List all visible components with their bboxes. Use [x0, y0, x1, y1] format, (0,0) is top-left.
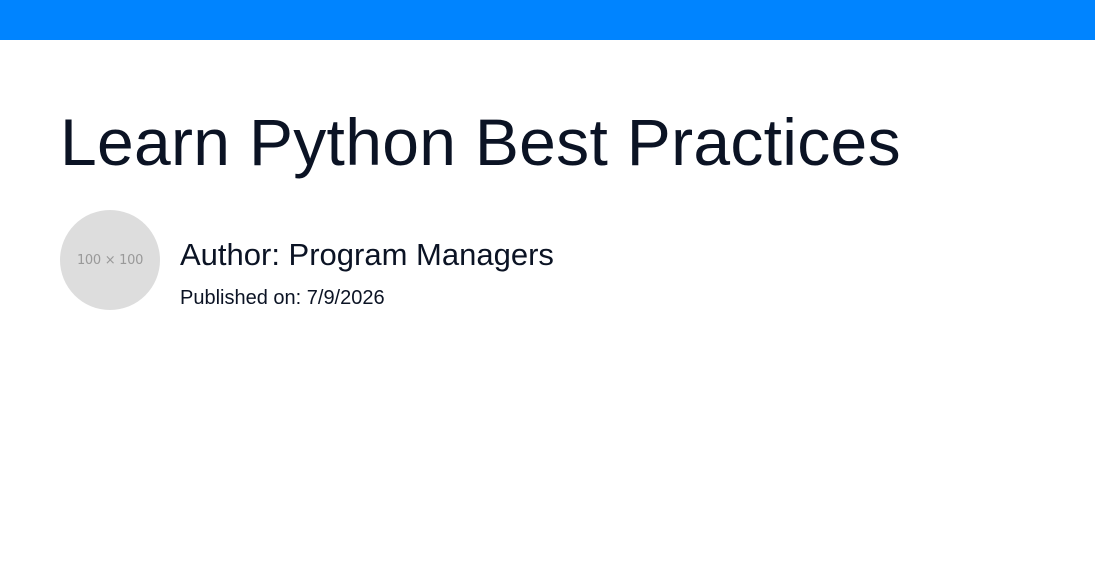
author-name: Author: Program Managers — [180, 237, 554, 272]
avatar-placeholder-label: 100 × 100 — [76, 252, 144, 268]
top-navigation-bar — [0, 0, 1095, 40]
page-title: Learn Python Best Practices — [60, 105, 901, 179]
avatar: 100 × 100 — [60, 210, 160, 310]
published-date: Published on: 7/9/2026 — [180, 287, 385, 309]
